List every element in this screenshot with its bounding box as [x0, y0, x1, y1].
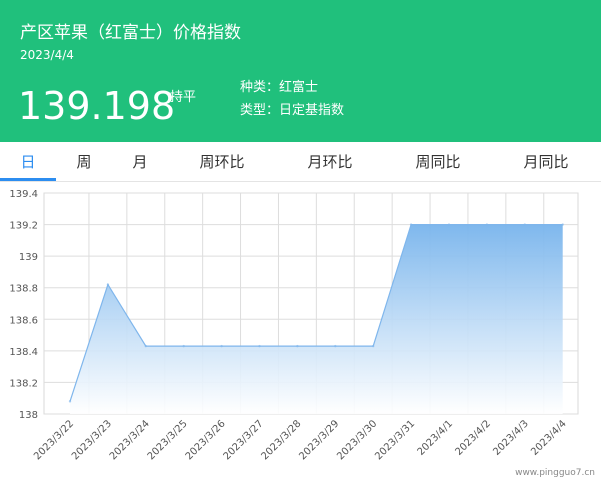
- date-label: 2023/4/4: [20, 48, 74, 62]
- x-axis: 2023/3/222023/3/232023/3/242023/3/252023…: [32, 418, 569, 462]
- page-title: 产区苹果（红富士）价格指数: [20, 23, 241, 43]
- active-tab-indicator: [0, 178, 56, 181]
- x-tick-label: 2023/3/25: [146, 418, 190, 462]
- y-axis: 138 138.2 138.4 138.6 138.8 139 139.2 139.4: [9, 189, 38, 421]
- category-label: 种类：红富士: [240, 80, 319, 95]
- data-point: [372, 344, 375, 348]
- y-tick-label: 139: [19, 252, 38, 263]
- y-tick-label: 139.4: [9, 189, 38, 200]
- data-point: [258, 344, 261, 348]
- y-tick-label: 138.8: [9, 284, 38, 295]
- data-point: [68, 400, 72, 403]
- price-index-value: 139.198: [18, 84, 176, 128]
- data-point: [447, 223, 451, 226]
- header-panel: 产区苹果（红富士）价格指数 2023/4/4 139.198 持平 种类：红富士…: [0, 0, 601, 142]
- y-tick-label: 138.6: [9, 315, 38, 326]
- data-point: [144, 344, 147, 348]
- tab-month[interactable]: 月: [118, 142, 162, 182]
- x-tick-label: 2023/3/23: [70, 418, 114, 462]
- price-index-chart: 138 138.2 138.4 138.6 138.8 139 139.2 139.4 202…: [9, 189, 579, 462]
- x-tick-label: 2023/4/4: [529, 418, 569, 458]
- tab-week-over-week[interactable]: 周环比: [182, 142, 262, 182]
- x-tick-label: 2023/3/31: [373, 418, 417, 462]
- tab-month-year-over-year[interactable]: 月同比: [506, 142, 586, 182]
- y-tick-label: 138: [19, 410, 38, 421]
- x-tick-label: 2023/4/1: [416, 418, 456, 458]
- data-point: [220, 344, 223, 348]
- y-tick-label: 138.2: [9, 378, 38, 389]
- x-tick-label: 2023/4/2: [453, 418, 493, 458]
- data-point: [485, 223, 489, 226]
- trend-label: 持平: [170, 90, 197, 105]
- tab-week[interactable]: 周: [62, 142, 106, 182]
- data-point: [523, 223, 526, 226]
- y-tick-label: 139.2: [9, 221, 38, 232]
- data-point: [106, 283, 110, 286]
- watermark-text: www.pingguo7.cn: [515, 468, 595, 478]
- data-point: [409, 223, 413, 226]
- x-tick-label: 2023/3/24: [108, 418, 152, 462]
- y-tick-label: 138.4: [9, 347, 38, 358]
- tab-day[interactable]: 日: [0, 142, 56, 182]
- index-type-label: 类型：日定基指数: [240, 103, 345, 118]
- tab-week-year-over-year[interactable]: 周同比: [398, 142, 478, 182]
- x-tick-label: 2023/3/26: [184, 418, 228, 462]
- data-point: [296, 344, 299, 348]
- x-tick-label: 2023/3/28: [259, 418, 303, 462]
- x-tick-label: 2023/3/22: [32, 418, 76, 462]
- tab-month-over-month[interactable]: 月环比: [290, 142, 370, 182]
- x-tick-label: 2023/3/29: [297, 418, 341, 462]
- x-tick-label: 2023/4/3: [491, 418, 531, 458]
- period-tabs: 日 周 月 周环比 月环比 周同比 月同比: [0, 142, 601, 182]
- x-tick-label: 2023/3/30: [335, 418, 379, 462]
- x-tick-label: 2023/3/27: [222, 418, 266, 462]
- data-point: [182, 344, 185, 348]
- data-point: [334, 344, 337, 348]
- data-point: [561, 223, 564, 226]
